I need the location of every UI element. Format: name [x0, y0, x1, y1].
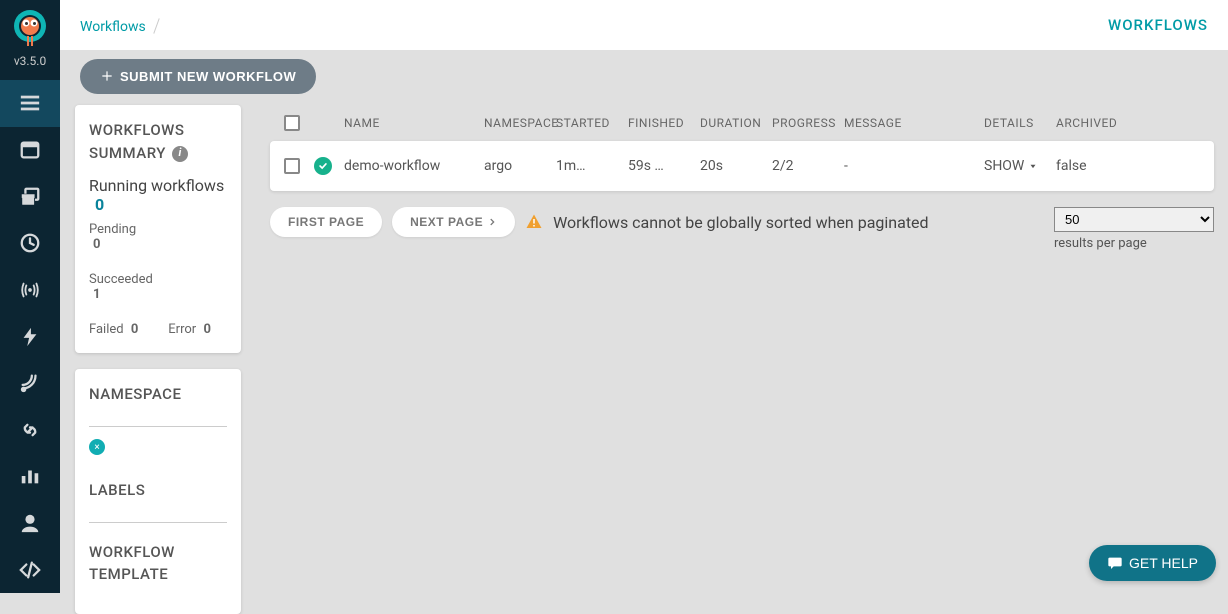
broadcast-tower-icon — [19, 279, 41, 301]
nav-plugins[interactable] — [0, 406, 60, 453]
divider — [89, 426, 227, 427]
running-workflows-row: Running workflows 0 — [89, 176, 227, 214]
per-page-label: results per page — [1054, 236, 1214, 251]
submit-button-label: SUBMIT NEW WORKFLOW — [120, 69, 296, 84]
column-started: STARTED — [556, 116, 628, 130]
summary-failed: Failed 0 — [89, 322, 138, 337]
status-succeeded-icon — [314, 157, 332, 175]
nav-cluster-workflow-templates[interactable] — [0, 173, 60, 220]
info-icon[interactable]: i — [172, 146, 188, 162]
cell-duration: 20s — [700, 158, 772, 174]
running-count: 0 — [95, 195, 104, 214]
cell-name: demo-workflow — [344, 158, 484, 174]
cell-namespace: argo — [484, 158, 556, 174]
satellite-dish-icon — [19, 372, 41, 394]
bolt-icon — [19, 326, 41, 348]
first-page-button[interactable]: FIRST PAGE — [270, 207, 382, 237]
page-title: WORKFLOWS — [1108, 16, 1208, 34]
table-header: NAME NAMESPACE STARTED FINISHED DURATION… — [270, 105, 1214, 141]
namespace-filter-label: NAMESPACE — [89, 383, 227, 406]
warning-icon — [525, 213, 543, 231]
summary-error: Error 0 — [168, 322, 211, 337]
summary-pending: Pending 0 — [89, 222, 136, 252]
argo-logo — [9, 8, 51, 50]
submit-new-workflow-button[interactable]: SUBMIT NEW WORKFLOW — [80, 59, 316, 94]
stream-icon — [19, 92, 41, 114]
nav-sensors[interactable] — [0, 313, 60, 360]
column-message: MESSAGE — [844, 116, 984, 130]
plus-icon — [100, 69, 114, 83]
header: Workflows WORKFLOWS — [60, 0, 1228, 50]
nav-event-flow[interactable] — [0, 267, 60, 314]
show-details-button[interactable]: SHOW — [984, 158, 1038, 174]
nav-cron-workflows[interactable] — [0, 220, 60, 267]
workflows-summary-panel: WORKFLOWS SUMMARY i Running workflows 0 … — [75, 105, 241, 353]
cell-message: - — [844, 158, 984, 174]
summary-stats: Pending 0 Succeeded 1 Failed 0 Error 0 — [89, 222, 227, 337]
cell-finished: 59s … — [628, 158, 700, 174]
user-icon — [19, 512, 41, 534]
chat-icon — [1107, 555, 1123, 571]
cell-started: 1m… — [556, 158, 628, 174]
select-all-checkbox[interactable] — [284, 115, 300, 131]
left-panel: WORKFLOWS SUMMARY i Running workflows 0 … — [75, 105, 241, 614]
cell-archived: false — [1056, 158, 1200, 174]
per-page-select[interactable]: 50 — [1054, 207, 1214, 232]
column-archived: ARCHIVED — [1056, 116, 1200, 130]
filters-panel: NAMESPACE × LABELS WORKFLOW TEMPLATE — [75, 369, 241, 614]
clock-icon — [19, 232, 41, 254]
table-row[interactable]: demo-workflow argo 1m… 59s … 20s 2/2 - S… — [270, 141, 1214, 191]
breadcrumb-workflows[interactable]: Workflows — [80, 19, 146, 35]
next-page-button[interactable]: NEXT PAGE — [392, 207, 515, 237]
divider — [89, 522, 227, 523]
column-namespace: NAMESPACE — [484, 116, 556, 130]
get-help-button[interactable]: GET HELP — [1089, 545, 1216, 581]
nav-workflows[interactable] — [0, 80, 60, 127]
breadcrumb: Workflows — [80, 16, 163, 35]
results-per-page: 50 results per page — [1054, 207, 1214, 251]
nav-event-sources[interactable] — [0, 360, 60, 407]
nav-api-docs[interactable] — [0, 546, 60, 593]
nav-user[interactable] — [0, 500, 60, 547]
toolbar: SUBMIT NEW WORKFLOW — [60, 50, 1228, 102]
sidebar: v3.5.0 — [0, 0, 60, 593]
window-maximize-icon — [19, 139, 41, 161]
link-icon — [19, 419, 41, 441]
caret-down-icon — [1028, 161, 1038, 171]
row-checkbox[interactable] — [284, 158, 300, 174]
breadcrumb-separator — [153, 19, 159, 34]
nav-reports[interactable] — [0, 453, 60, 500]
workflows-table: NAME NAMESPACE STARTED FINISHED DURATION… — [270, 105, 1214, 237]
labels-filter-label: LABELS — [89, 479, 227, 502]
column-duration: DURATION — [700, 116, 772, 130]
template-filter-label: WORKFLOW TEMPLATE — [89, 541, 227, 586]
chevron-right-icon — [487, 217, 497, 227]
chart-bar-icon — [19, 465, 41, 487]
column-name: NAME — [344, 116, 484, 130]
cell-progress: 2/2 — [772, 158, 844, 174]
window-restore-icon — [19, 186, 41, 208]
summary-succeeded: Succeeded 1 — [89, 272, 153, 302]
clear-namespace-button[interactable]: × — [89, 439, 105, 455]
column-details: DETAILS — [984, 116, 1056, 130]
version-label: v3.5.0 — [14, 54, 46, 68]
nav-workflow-templates[interactable] — [0, 127, 60, 174]
pagination-warning: Workflows cannot be globally sorted when… — [553, 213, 928, 232]
code-icon — [19, 559, 41, 581]
column-finished: FINISHED — [628, 116, 700, 130]
summary-title: WORKFLOWS SUMMARY i — [89, 119, 227, 164]
column-progress: PROGRESS — [772, 116, 844, 130]
